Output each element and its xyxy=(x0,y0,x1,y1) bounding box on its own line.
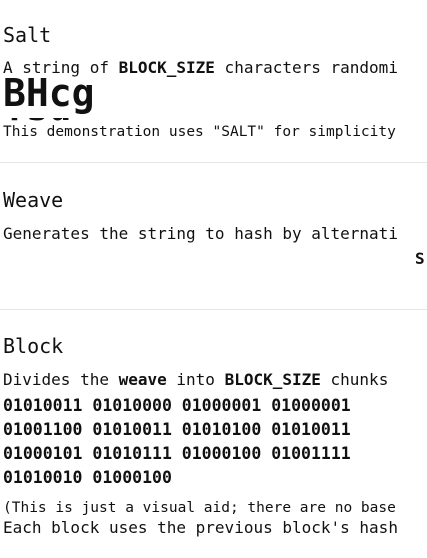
block-description: Divides the weave into BLOCK_SIZE chunks xyxy=(3,370,388,390)
salt-note: This demonstration uses "SALT" for simpl… xyxy=(3,124,396,140)
salt-heading: Salt xyxy=(3,23,52,47)
binary-row: 01000101 01010111 01000100 01001111 xyxy=(3,444,351,463)
block-desc-text-end: chunks xyxy=(320,370,389,389)
visual-aid-note: (This is just a visual aid; there are no… xyxy=(3,500,396,516)
binary-row: 01010011 01010000 01000001 01000001 xyxy=(3,396,351,415)
hash-demo-page: Salt A string of BLOCK_SIZE characters r… xyxy=(0,0,427,558)
weave-output-fragment: S xyxy=(415,249,425,268)
weave-description: Generates the string to hash by alternat… xyxy=(3,224,398,243)
weave-heading: Weave xyxy=(3,188,64,212)
chain-note: Each block uses the previous block's has… xyxy=(3,518,398,537)
section-divider xyxy=(0,309,427,310)
block-desc-text-mid: into xyxy=(166,370,225,389)
salt-desc-text-end: characters randomi xyxy=(214,58,398,77)
salt-example-value: BHcg xyxy=(3,72,95,115)
section-divider xyxy=(0,162,427,163)
weave-term: weave xyxy=(118,370,167,389)
block-heading: Block xyxy=(3,334,64,358)
block-size-term: BLOCK_SIZE xyxy=(224,370,321,389)
block-size-term: BLOCK_SIZE xyxy=(118,58,215,77)
binary-row: 01001100 01010011 01010100 01010011 xyxy=(3,420,351,439)
binary-row: 01010010 01000100 xyxy=(3,468,172,487)
block-desc-text: Divides the xyxy=(3,370,119,389)
